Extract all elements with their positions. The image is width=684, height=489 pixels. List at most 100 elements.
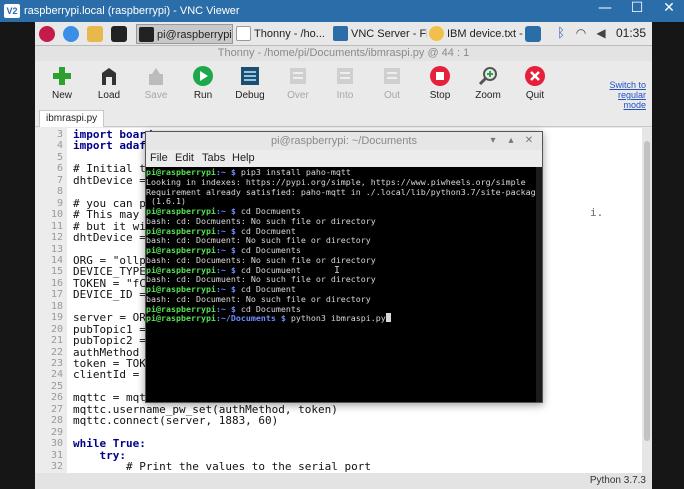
terminal-line: pi@raspberrypi:~ $ cd Documuent bbox=[146, 265, 301, 275]
browser-icon[interactable] bbox=[63, 26, 79, 42]
prompt-user: pi@raspberrypi bbox=[146, 167, 216, 177]
prompt-user: pi@raspberrypi bbox=[146, 284, 216, 294]
terminal-text: python3 ibmraspi.py bbox=[285, 313, 386, 324]
stop-button[interactable]: Stop bbox=[417, 65, 463, 107]
prompt-user: pi@raspberrypi bbox=[146, 313, 216, 324]
file-manager-icon[interactable] bbox=[87, 26, 103, 42]
line-number: 18 bbox=[50, 300, 63, 312]
line-number: 3 bbox=[56, 129, 63, 140]
line-number: 14 bbox=[50, 254, 63, 266]
menu-edit[interactable]: Edit bbox=[175, 152, 194, 164]
tab-ibmraspi[interactable]: ibmraspi.py bbox=[39, 110, 105, 127]
save-icon bbox=[149, 68, 163, 85]
line-number: 23 bbox=[50, 358, 63, 369]
menu-file[interactable]: File bbox=[150, 152, 168, 164]
text-editor-icon bbox=[429, 26, 444, 41]
vnc-tray-icon[interactable] bbox=[525, 26, 541, 42]
task-label: VNC Server - Fil... bbox=[351, 28, 427, 40]
text-cursor-icon: I bbox=[334, 265, 341, 276]
terminal-text: (1.6.1) bbox=[146, 196, 186, 207]
line-number: 28 bbox=[50, 415, 63, 427]
left-margin bbox=[0, 22, 35, 489]
prompt-user: pi@raspberrypi bbox=[146, 264, 216, 275]
terminal-text: cd Documents bbox=[235, 245, 301, 255]
prompt-path: :~ $ bbox=[215, 245, 236, 255]
switch-mode-link[interactable]: Switch to regular mode bbox=[602, 80, 646, 110]
step-into-button[interactable]: Into bbox=[322, 65, 368, 107]
line-number: 21 bbox=[50, 335, 63, 347]
line-number: 16 bbox=[50, 277, 63, 289]
line-number: 4 bbox=[56, 140, 63, 152]
prompt-path: :~/Documents $ bbox=[215, 313, 286, 324]
status-bar: Python 3.7.3 bbox=[35, 473, 652, 489]
volume-icon[interactable]: ◀ bbox=[593, 26, 609, 42]
debug-button[interactable]: Debug bbox=[227, 65, 273, 107]
terminal-line: bash: cd: Docmuent: No such file or dire… bbox=[146, 235, 371, 245]
window-title: raspberrypi.local (raspberrypi) - VNC Vi… bbox=[24, 5, 240, 17]
line-number: 31 bbox=[50, 449, 63, 461]
run-button[interactable]: Run bbox=[180, 65, 226, 107]
terminal-close-button[interactable]: ✕ bbox=[522, 134, 536, 148]
terminal-icon bbox=[139, 27, 154, 42]
task-terminal[interactable]: pi@raspberrypi... bbox=[136, 24, 233, 44]
task-thonny[interactable]: Thonny - /ho... bbox=[234, 24, 329, 44]
terminal-maximize-button[interactable]: ▴ bbox=[504, 134, 518, 148]
minimize-button[interactable]: — bbox=[590, 0, 620, 22]
line-number: 17 bbox=[50, 289, 63, 301]
prompt-path: :~ $ bbox=[215, 284, 236, 294]
terminal-text: bash: cd: Docmuents: No such file or dir… bbox=[146, 215, 376, 226]
terminal-launcher-icon[interactable] bbox=[111, 26, 127, 42]
stop-icon bbox=[430, 66, 450, 86]
terminal-cursor bbox=[385, 313, 391, 323]
python-version[interactable]: Python 3.7.3 bbox=[590, 475, 646, 486]
prompt-path: :~ $ bbox=[215, 206, 236, 216]
code-line: mqttc.connect(server, 1883, 60) bbox=[73, 414, 279, 428]
maximize-button[interactable]: ☐ bbox=[622, 0, 652, 22]
run-icon bbox=[193, 66, 213, 86]
prompt-user: pi@raspberrypi bbox=[146, 303, 216, 314]
menu-help[interactable]: Help bbox=[232, 152, 255, 164]
wifi-icon[interactable]: ◠ bbox=[573, 26, 589, 42]
step-into-icon bbox=[337, 68, 353, 84]
line-number: 12 bbox=[50, 232, 63, 244]
prompt-user: pi@raspberrypi bbox=[146, 225, 216, 236]
terminal-text: cd Document bbox=[235, 284, 296, 294]
line-number: 24 bbox=[50, 369, 63, 381]
prompt-path: :~ $ bbox=[215, 167, 236, 177]
terminal-title: pi@raspberrypi: ~/Documents bbox=[271, 135, 417, 147]
terminal-output[interactable]: pi@raspberrypi:~ $ pip3 install paho-mqt… bbox=[146, 167, 536, 402]
terminal-line: bash: cd: Documents: No such file or dir… bbox=[146, 255, 376, 265]
terminal-text: cd Documents bbox=[235, 303, 301, 314]
task-vnc-server[interactable]: VNC Server - Fil... bbox=[331, 24, 427, 44]
terminal-scrollbar[interactable] bbox=[536, 167, 542, 402]
step-over-button[interactable]: Over bbox=[275, 65, 321, 107]
line-number: 29 bbox=[50, 426, 63, 438]
line-number-gutter: 3 4 5 6 7 8 9 10 11 12 13 14 15 16 17 18 19 20 21 22 23 24 25 2… bbox=[35, 128, 67, 473]
terminal-line: bash: cd: Docmuents: No such file or dir… bbox=[146, 216, 376, 226]
prompt-path: :~ $ bbox=[215, 303, 236, 314]
line-number: 19 bbox=[50, 312, 63, 324]
terminal-line: Requirement already satisfied: paho-mqtt… bbox=[146, 187, 536, 197]
line-number: 15 bbox=[50, 266, 63, 278]
step-out-button[interactable]: Out bbox=[369, 65, 415, 107]
terminal-text: bash: cd: Documents: No such file or dir… bbox=[146, 254, 376, 265]
editor-scrollbar-thumb[interactable] bbox=[644, 141, 650, 441]
terminal-menu-bar: File Edit Tabs Help bbox=[146, 150, 542, 167]
raspberry-menu-icon[interactable] bbox=[39, 26, 55, 42]
new-button[interactable]: New bbox=[39, 65, 85, 107]
close-button[interactable]: ✕ bbox=[654, 0, 684, 22]
terminal-text: bash: cd: Docmuent: No such file or dire… bbox=[146, 235, 371, 246]
terminal-minimize-button[interactable]: ▾ bbox=[486, 134, 500, 148]
load-button[interactable]: Load bbox=[86, 65, 132, 107]
zoom-button[interactable]: Zoom bbox=[465, 65, 511, 107]
load-icon bbox=[102, 68, 116, 85]
task-text-editor[interactable]: IBM device.txt -... bbox=[427, 24, 523, 44]
terminal-line: (1.6.1) bbox=[146, 196, 186, 206]
bluetooth-icon[interactable]: ᛒ bbox=[553, 26, 569, 42]
vnc-icon bbox=[333, 26, 348, 41]
menu-tabs[interactable]: Tabs bbox=[202, 152, 225, 164]
line-number: 11 bbox=[50, 220, 63, 232]
quit-button[interactable]: Quit bbox=[512, 65, 558, 107]
save-button[interactable]: Save bbox=[133, 65, 179, 107]
line-number: 30 bbox=[50, 438, 63, 450]
